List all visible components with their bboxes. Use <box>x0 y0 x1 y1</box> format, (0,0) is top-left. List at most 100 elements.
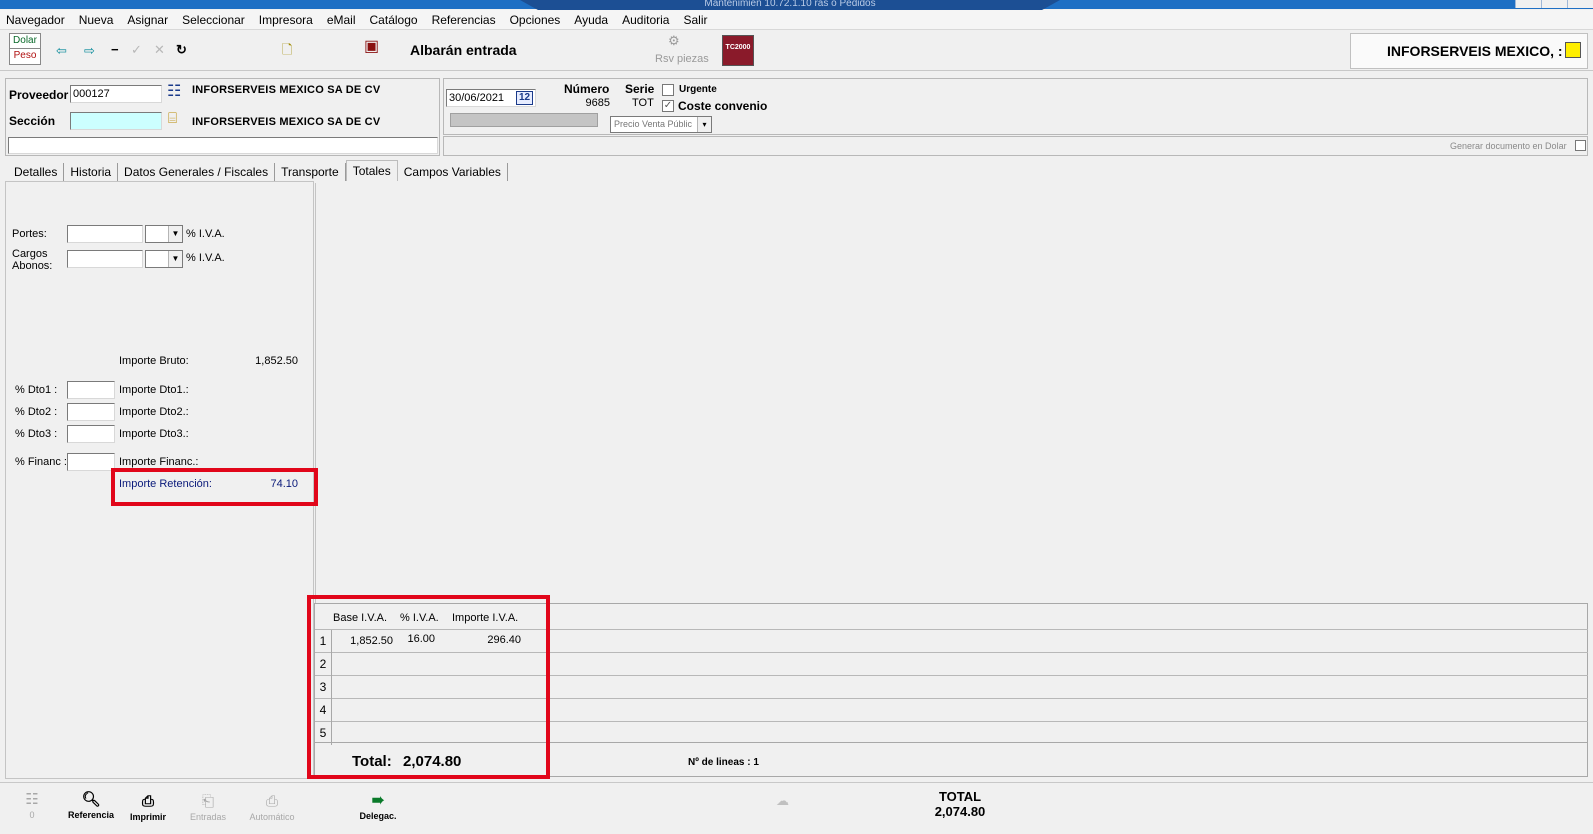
currency-peso: Peso <box>13 50 37 61</box>
menu-impresora[interactable]: Impresora <box>259 13 313 27</box>
serie-label: Serie <box>625 82 655 96</box>
imprimir-button[interactable]: ⎙ Imprimir <box>126 793 170 823</box>
generar-dolar-checkbox[interactable] <box>1575 140 1586 151</box>
importe-dto3-label: Importe Dto3.: <box>119 428 189 440</box>
menu-auditoria[interactable]: Auditoria <box>622 13 669 27</box>
tab-datos-generales[interactable]: Datos Generales / Fiscales <box>118 163 276 181</box>
bottom-total-value: 2,074.80 <box>934 804 986 819</box>
check-icon[interactable]: ✓ <box>131 43 142 57</box>
precio-select[interactable]: Precio Venta Públic ▾ <box>610 116 712 133</box>
arrow-right-icon[interactable]: ⇨ <box>84 44 95 58</box>
coste-convenio-checkbox[interactable]: ✓ <box>662 100 674 112</box>
currency-toggle[interactable]: Dolar Peso <box>9 33 41 65</box>
tab-bar: Detalles Historia Datos Generales / Fisc… <box>8 160 508 181</box>
calendar-icon[interactable]: 12 <box>516 91 533 105</box>
importe-dto1-label: Importe Dto1.: <box>119 384 189 396</box>
menu-ayuda[interactable]: Ayuda <box>574 13 608 27</box>
company-box: INFORSERVEIS MEXICO, : <box>1350 33 1588 69</box>
seccion-label: Sección <box>9 114 56 128</box>
dto1-input[interactable] <box>67 381 115 399</box>
magnifier-icon: 🔍︎ <box>81 791 101 808</box>
automatico-button[interactable]: ⎙ Automático <box>244 793 300 823</box>
cargos-iva-select[interactable]: ▼ <box>145 250 183 268</box>
menu-opciones[interactable]: Opciones <box>510 13 561 27</box>
numero-label: Número <box>564 82 610 96</box>
financ-input[interactable] <box>67 453 115 471</box>
close-button[interactable] <box>1567 0 1593 8</box>
importe-dto2-label: Importe Dto2.: <box>119 406 189 418</box>
portes-iva-select[interactable]: ▼ <box>145 225 183 243</box>
cancel-icon[interactable]: ✕ <box>154 43 165 57</box>
tab-transporte[interactable]: Transporte <box>275 163 346 181</box>
dto2-label: % Dto2 : <box>15 406 58 418</box>
inbox-icon: ▣ <box>364 38 380 55</box>
refresh-icon[interactable]: ↻ <box>176 43 187 57</box>
delegac-button[interactable]: ➠ Delegac. <box>356 792 400 822</box>
automatico-label: Automático <box>249 812 295 822</box>
document-title: Albarán entrada <box>410 42 517 58</box>
menu-referencias[interactable]: Referencias <box>432 13 496 27</box>
proveedor-code-input[interactable]: 000127 <box>70 85 162 103</box>
rsv-piezas-button[interactable]: Rsv piezas <box>655 53 709 65</box>
provider-lookup-icon[interactable]: ☷ <box>167 84 181 100</box>
menu-seleccionar[interactable]: Seleccionar <box>182 13 245 27</box>
company-name: INFORSERVEIS MEXICO, : <box>1387 43 1563 59</box>
section-lookup-icon[interactable]: ⌸ <box>168 111 177 126</box>
delegation-arrow-icon: ➠ <box>371 792 385 809</box>
portes-label: Portes: <box>12 228 47 240</box>
menu-navegador[interactable]: Navegador <box>6 13 65 27</box>
importe-bruto-label: Importe Bruto: <box>119 355 189 367</box>
menu-catalogo[interactable]: Catálogo <box>370 13 418 27</box>
menu-bar: Navegador Nueva Asignar Seleccionar Impr… <box>0 10 1593 30</box>
tab-totales[interactable]: Totales <box>345 160 398 181</box>
calendar-label: 12 <box>518 92 531 103</box>
minus-icon[interactable]: − <box>111 43 119 57</box>
dto3-label: % Dto3 : <box>15 428 58 440</box>
entradas-icon: ⎗ <box>201 793 214 810</box>
company-indicator[interactable] <box>1565 42 1581 58</box>
tab-detalles[interactable]: Detalles <box>8 163 65 181</box>
totales-right-panel <box>315 183 1588 603</box>
tc2000-button[interactable]: TC2000 <box>722 35 754 66</box>
minimize-button[interactable] <box>1515 0 1541 8</box>
new-document-icon[interactable]: 🗋 <box>282 43 292 57</box>
zero-button[interactable]: ☷ 0 <box>18 791 46 821</box>
financ-label: % Financ : <box>15 456 67 468</box>
referencia-button[interactable]: 🔍︎ Referencia <box>66 791 116 821</box>
cargos-input[interactable] <box>67 250 143 268</box>
date-value: 30/06/2021 <box>449 92 505 104</box>
imprimir-label: Imprimir <box>129 812 166 822</box>
highlight-retencion <box>111 468 318 506</box>
tab-campos-variables[interactable]: Campos Variables <box>398 163 508 181</box>
entradas-label: Entradas <box>189 812 227 822</box>
urgente-checkbox[interactable] <box>662 84 674 96</box>
cargos-iva-label: % I.V.A. <box>186 252 225 264</box>
bottom-total-label: TOTAL <box>938 789 982 804</box>
dto3-input[interactable] <box>67 425 115 443</box>
menu-email[interactable]: eMail <box>327 13 356 27</box>
urgente-label: Urgente <box>679 84 717 95</box>
menu-salir[interactable]: Salir <box>683 13 707 27</box>
document-icon: ☷ <box>25 791 39 808</box>
entradas-button[interactable]: ⎗ Entradas <box>186 793 230 823</box>
maximize-button[interactable] <box>1541 0 1567 8</box>
portes-input[interactable] <box>67 225 143 243</box>
tc2000-label: TC2000 <box>725 44 751 51</box>
bottom-toolbar <box>0 782 1593 834</box>
highlight-iva-grid <box>307 595 550 779</box>
portes-iva-label: % I.V.A. <box>186 228 225 240</box>
zero-label: 0 <box>29 810 35 820</box>
faded-icon: ☁ <box>776 793 789 808</box>
gear-icon[interactable]: ⚙ <box>668 34 680 48</box>
menu-nueva[interactable]: Nueva <box>79 13 114 27</box>
seccion-input[interactable] <box>70 112 162 130</box>
dto1-label: % Dto1 : <box>15 384 58 396</box>
dto2-input[interactable] <box>67 403 115 421</box>
printer-icon: ⎙ <box>141 793 154 810</box>
notes-input[interactable] <box>8 137 438 154</box>
arrow-left-icon[interactable]: ⇦ <box>56 44 67 58</box>
menu-asignar[interactable]: Asignar <box>127 13 168 27</box>
chevron-down-icon: ▼ <box>168 226 182 242</box>
tab-historia[interactable]: Historia <box>64 163 119 181</box>
automatic-icon: ⎙ <box>265 793 278 810</box>
